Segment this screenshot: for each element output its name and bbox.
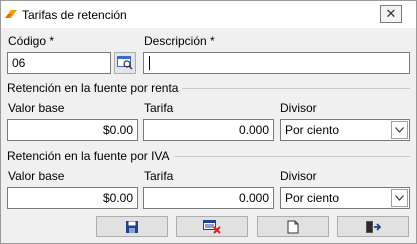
close-button[interactable]: ✕ [380,5,402,23]
descripcion-input[interactable] [143,52,410,74]
renta-valor-base-input[interactable] [7,119,138,141]
iva-tarifa-label: Tarifa [144,169,174,183]
iva-valor-base-input[interactable] [7,187,138,209]
text-cursor [149,56,150,70]
renta-divisor-value: Por ciento [285,123,340,137]
exit-button[interactable] [337,216,409,237]
codigo-input[interactable] [7,52,111,74]
iva-divisor-select[interactable]: Por ciento [280,187,410,209]
save-button[interactable] [96,216,168,237]
iva-divisor-value: Por ciento [285,191,340,205]
renta-divisor-select[interactable]: Por ciento [280,119,410,141]
chevron-down-icon[interactable] [391,189,408,207]
renta-tarifa-label: Tarifa [144,101,174,115]
app-icon [4,8,18,20]
renta-section-title: Retención en la fuente por renta [7,81,183,95]
exit-icon [366,220,381,233]
chevron-down-icon[interactable] [391,121,408,139]
search-icon [117,56,133,70]
descripcion-label: Descripción * [144,34,215,48]
iva-tarifa-input[interactable] [143,187,274,209]
lookup-button[interactable] [114,52,136,74]
iva-divisor-label: Divisor [280,169,317,183]
renta-tarifa-input[interactable] [143,119,274,141]
codigo-label: Código * [8,34,55,48]
iva-valor-base-label: Valor base [8,169,65,183]
new-document-icon [287,220,299,233]
renta-divisor-label: Divisor [280,101,317,115]
window-title: Tarifas de retención [22,8,127,22]
dialog-window: Tarifas de retención ✕ Código * Descripc… [0,0,417,244]
renta-valor-base-label: Valor base [8,101,65,115]
new-button[interactable] [257,216,329,237]
cancel-button[interactable] [176,216,248,237]
cancel-icon [203,219,221,234]
iva-section-title: Retención en la fuente por IVA [7,149,174,163]
title-bar: Tarifas de retención ✕ [1,1,416,28]
save-icon [126,220,138,233]
